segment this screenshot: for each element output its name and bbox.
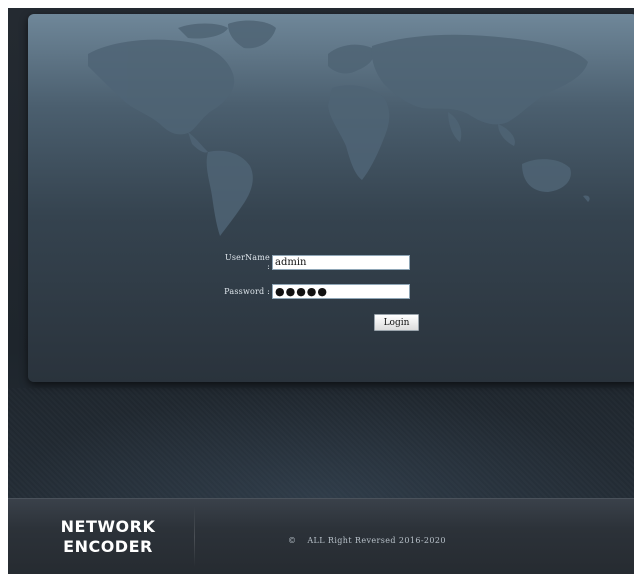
brand-logo: NETWORK ENCODER: [38, 517, 178, 557]
password-row: Password : ●●●●●: [224, 284, 410, 299]
brand-line-2: ENCODER: [63, 537, 153, 556]
page-background: UserName : admin Password : ●●●●● Login …: [8, 8, 634, 574]
brand-line-1: NETWORK: [60, 517, 156, 536]
footer-divider: [194, 507, 195, 567]
world-map-icon: [88, 20, 590, 236]
username-input[interactable]: admin: [272, 254, 410, 270]
username-label: UserName :: [224, 253, 270, 271]
login-panel: UserName : admin Password : ●●●●● Login: [28, 14, 634, 382]
background-band: [8, 388, 634, 498]
copyright-text: © ALL Right Reversed 2016-2020: [288, 536, 446, 545]
copyright-label: ALL Right Reversed 2016-2020: [307, 536, 446, 545]
login-button[interactable]: Login: [374, 314, 419, 331]
copyright-icon: ©: [288, 536, 297, 545]
footer: NETWORK ENCODER © ALL Right Reversed 201…: [8, 498, 634, 574]
username-row: UserName : admin: [224, 253, 410, 271]
password-input[interactable]: ●●●●●: [272, 284, 410, 299]
password-label: Password :: [224, 287, 270, 296]
